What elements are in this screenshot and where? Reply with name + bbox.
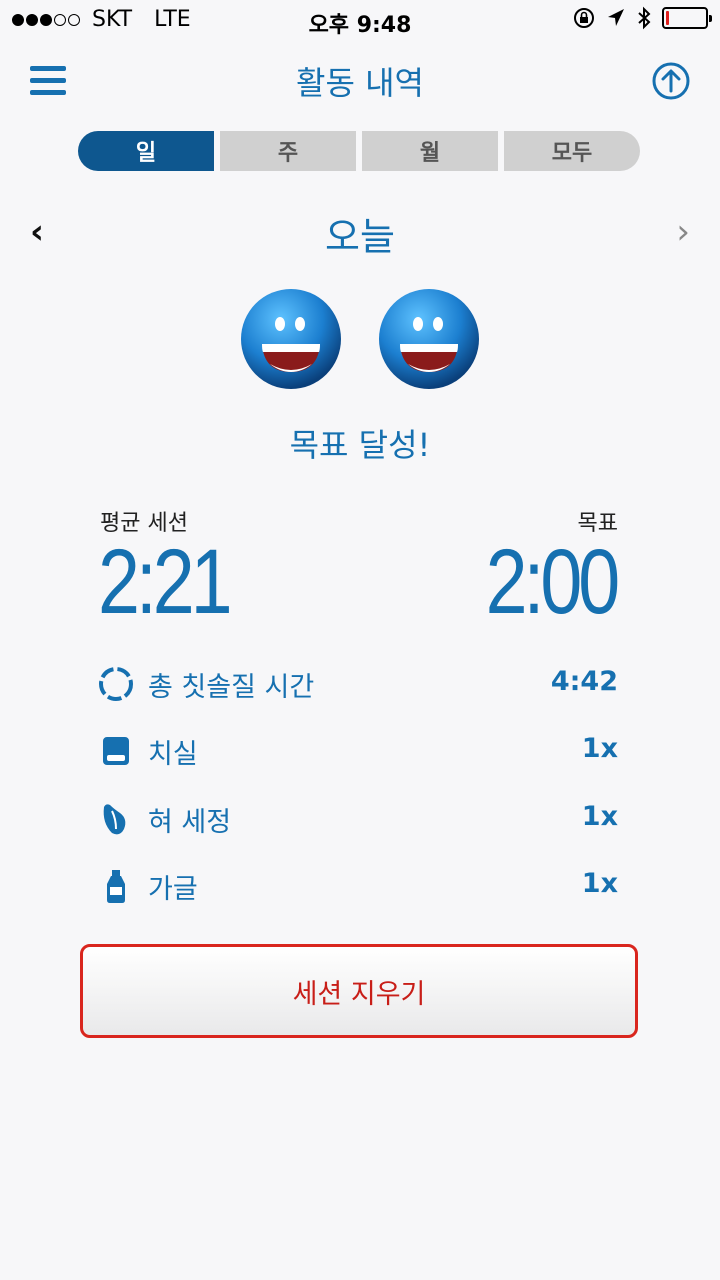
battery-icon [662, 7, 712, 29]
goal-achieved-message: 목표 달성! [289, 426, 431, 464]
date-navigator: ‹ 오늘 › [0, 200, 720, 260]
floss-icon [103, 737, 129, 765]
activity-row-tongue: 혀 세정 1x [98, 795, 618, 841]
activity-row-total-brushing: 총 칫솔질 시간 4:42 [98, 660, 618, 706]
activity-value: 1x [581, 801, 618, 832]
tongue-icon [103, 804, 126, 835]
tab-month[interactable]: 월 [362, 131, 498, 171]
tab-day[interactable]: 일 [78, 131, 214, 171]
status-bar: SKT LTE 오후 9:48 [0, 0, 720, 40]
mouthwash-bottle-icon [107, 870, 125, 903]
upload-arrow-icon[interactable] [652, 62, 690, 100]
smiley-face-icon [379, 289, 479, 389]
location-arrow-icon [608, 9, 624, 26]
smiley-face-icon [241, 289, 341, 389]
date-label: 오늘 [325, 215, 395, 259]
activity-label: 가글 [148, 874, 198, 905]
nav-header: 활동 내역 [0, 40, 720, 120]
activity-label: 치실 [148, 739, 198, 770]
activity-value: 1x [581, 868, 618, 899]
average-session-value: 2:21 [98, 531, 233, 633]
next-day-button[interactable]: › [676, 212, 690, 252]
activity-row-mouthwash: 가글 1x [98, 862, 618, 908]
activity-label: 혀 세정 [148, 807, 232, 838]
activity-row-floss: 치실 1x [98, 727, 618, 773]
tab-week[interactable]: 주 [220, 131, 356, 171]
achievement-smileys [240, 288, 480, 392]
page-title: 활동 내역 [296, 64, 424, 102]
screen: SKT LTE 오후 9:48 활동 내역 일 주 월 모두 ‹ 오늘 › 목표… [0, 0, 720, 1280]
rotation-lock-icon [574, 8, 594, 28]
status-right [572, 6, 712, 30]
period-tabs: 일 주 월 모두 [78, 131, 640, 171]
timer-ring-icon [99, 667, 133, 701]
activity-value: 1x [581, 733, 618, 764]
activity-label: 총 칫솔질 시간 [148, 672, 315, 703]
bluetooth-icon [638, 6, 651, 30]
tab-all[interactable]: 모두 [504, 131, 640, 171]
goal-value: 2:00 [485, 531, 621, 633]
clear-session-button[interactable]: 세션 지우기 [80, 944, 638, 1038]
activity-value: 4:42 [550, 666, 618, 697]
battery-level [666, 11, 669, 25]
